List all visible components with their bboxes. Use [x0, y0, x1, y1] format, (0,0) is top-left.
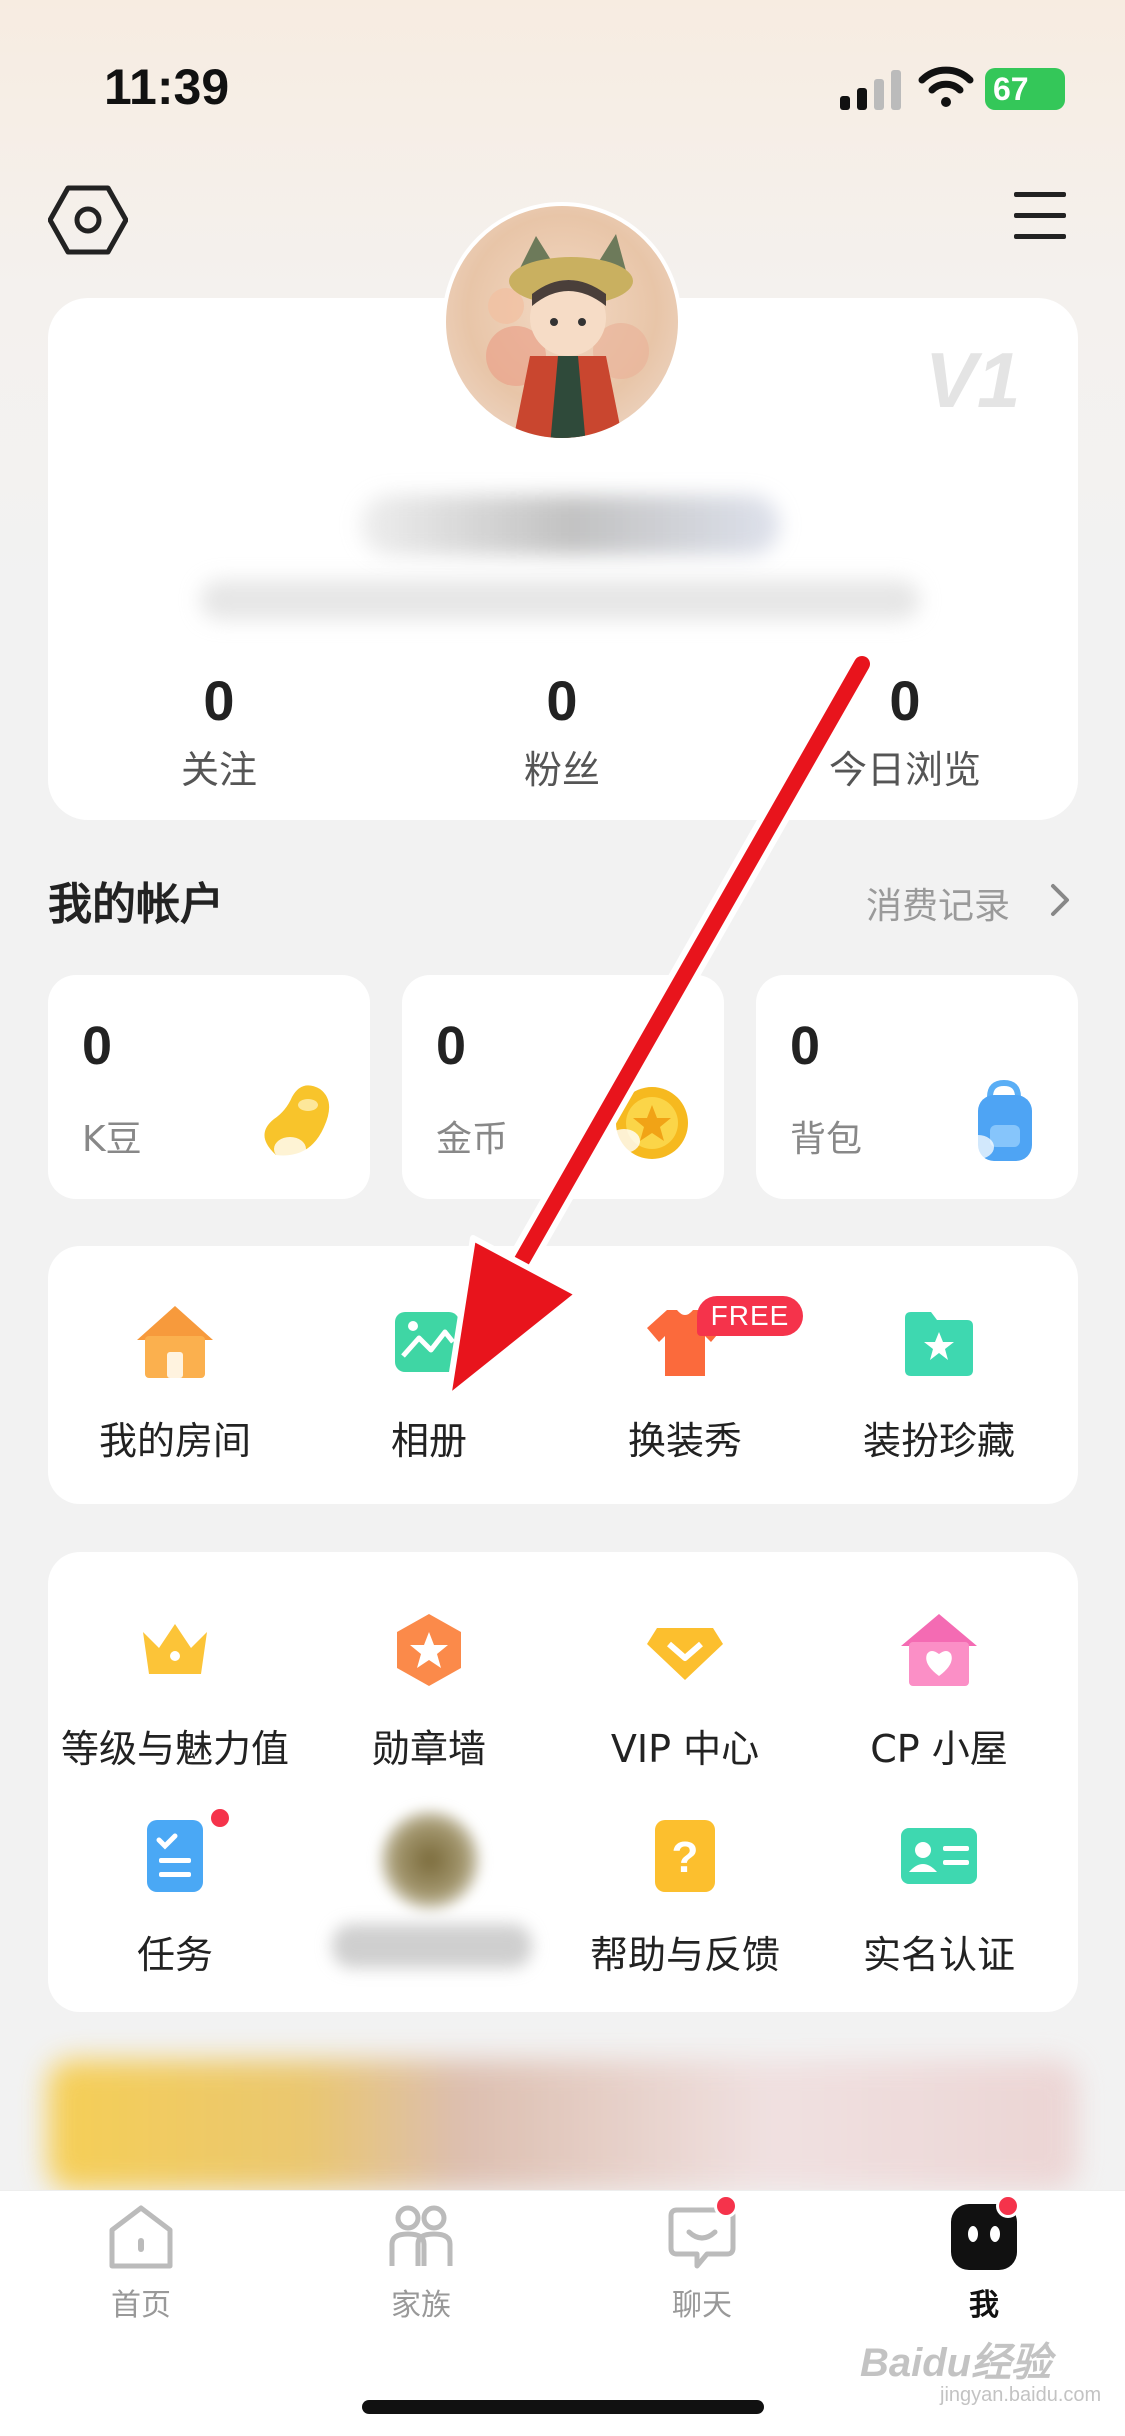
svg-text:?: ? — [672, 1833, 699, 1882]
vip-diamond-icon — [647, 1628, 723, 1680]
blurred-feature-label — [332, 1924, 532, 1968]
promo-banner[interactable] — [48, 2060, 1078, 2190]
cellular-signal-icon — [840, 70, 901, 110]
medal-icon — [397, 1614, 461, 1686]
blurred-user-info — [200, 580, 920, 620]
account-section-title: 我的帐户 — [48, 879, 224, 930]
tab-me-label: 我 — [969, 2288, 999, 2323]
backpack-label: 背包 — [790, 1119, 863, 1160]
following-count: 0 — [203, 669, 235, 732]
home-icon — [109, 2205, 173, 2269]
folder-star-icon — [905, 1312, 973, 1376]
fans-stat[interactable]: 0 粉丝 — [462, 668, 662, 794]
baidu-watermark: Baidu经验 — [860, 2341, 1052, 2385]
fans-label: 粉丝 — [523, 748, 600, 792]
free-badge: FREE — [697, 1296, 803, 1336]
bean-icon — [264, 1085, 330, 1161]
avatar[interactable] — [442, 202, 682, 442]
home-indicator — [362, 2400, 764, 2414]
backpack-card[interactable]: 0 背包 — [756, 975, 1078, 1199]
album-icon — [395, 1312, 459, 1372]
help-feedback-label: 帮助与反馈 — [589, 1933, 780, 1977]
today-views-label: 今日浏览 — [828, 748, 981, 792]
wifi-icon — [918, 66, 974, 107]
blurred-username — [360, 495, 780, 555]
tab-chat[interactable]: 聊天 — [622, 2202, 782, 2324]
outfit-collection-item[interactable]: 装扮珍藏 — [810, 1300, 1068, 1465]
status-time: 11:39 — [104, 59, 230, 115]
my-room-item[interactable]: 我的房间 — [46, 1300, 304, 1465]
level-charm-item[interactable]: 等级与魅力值 — [46, 1608, 304, 1773]
gold-coins-card[interactable]: 0 金币 — [402, 975, 724, 1199]
menu-icon[interactable] — [1010, 188, 1070, 244]
vip-level-badge: V1 — [925, 336, 1021, 424]
k-beans-label: K豆 — [82, 1119, 142, 1160]
real-name-auth-item[interactable]: 实名认证 — [810, 1814, 1068, 1979]
chat-notification-dot — [714, 2194, 738, 2218]
dress-up-show-label: 换装秀 — [627, 1419, 742, 1463]
tab-home[interactable]: 首页 — [61, 2202, 221, 2324]
coin-icon — [608, 1087, 688, 1159]
help-icon: ? — [655, 1820, 715, 1892]
today-views-count: 0 — [889, 669, 921, 732]
settings-icon[interactable] — [48, 180, 128, 260]
backpack-icon — [962, 1079, 1032, 1161]
blurred-feature-icon[interactable] — [380, 1810, 480, 1910]
vip-center-label: VIP 中心 — [610, 1727, 760, 1771]
cp-house-label: CP 小屋 — [870, 1727, 1008, 1771]
vip-center-item[interactable]: VIP 中心 — [556, 1608, 814, 1773]
outfit-collection-label: 装扮珍藏 — [862, 1419, 1015, 1463]
heart-house-icon — [901, 1614, 977, 1686]
task-icon — [147, 1820, 203, 1892]
tab-family-label: 家族 — [391, 2288, 451, 2323]
fans-count: 0 — [546, 669, 578, 732]
level-charm-label: 等级与魅力值 — [60, 1727, 289, 1771]
avatar-illustration — [486, 234, 649, 438]
backpack-value: 0 — [790, 1016, 821, 1076]
me-notification-dot — [996, 2194, 1020, 2218]
following-stat[interactable]: 0 关注 — [119, 668, 319, 794]
consumption-history-link[interactable]: 消费记录 — [866, 877, 1010, 929]
k-beans-card[interactable]: 0 K豆 — [48, 975, 370, 1199]
following-label: 关注 — [180, 748, 257, 792]
help-feedback-item[interactable]: ? 帮助与反馈 — [556, 1814, 814, 1979]
tasks-item[interactable]: 任务 — [46, 1814, 304, 1979]
id-card-icon — [901, 1828, 977, 1884]
real-name-auth-label: 实名认证 — [862, 1933, 1015, 1977]
house-icon — [137, 1306, 213, 1378]
tasks-label: 任务 — [136, 1933, 213, 1977]
medal-wall-label: 勋章墙 — [371, 1727, 486, 1771]
album-item[interactable]: 相册 — [300, 1300, 558, 1465]
battery-indicator: 67 — [985, 68, 1065, 110]
medal-wall-item[interactable]: 勋章墙 — [300, 1608, 558, 1773]
tab-chat-label: 聊天 — [672, 2288, 732, 2323]
today-views-stat[interactable]: 0 今日浏览 — [805, 668, 1005, 794]
my-room-label: 我的房间 — [98, 1419, 251, 1463]
tasks-notification-dot — [208, 1806, 232, 1830]
cp-house-item[interactable]: CP 小屋 — [810, 1608, 1068, 1773]
k-beans-value: 0 — [82, 1016, 113, 1076]
tab-home-label: 首页 — [111, 2288, 171, 2323]
gold-coins-value: 0 — [436, 1016, 467, 1076]
gold-coins-label: 金币 — [436, 1119, 509, 1160]
baidu-watermark-url: jingyan.baidu.com — [940, 2384, 1102, 2406]
crown-icon — [143, 1624, 207, 1674]
family-icon — [389, 2205, 453, 2266]
tab-me[interactable]: 我 — [904, 2202, 1064, 2324]
album-label: 相册 — [390, 1419, 467, 1463]
chevron-right-icon[interactable] — [1048, 882, 1072, 918]
tab-family[interactable]: 家族 — [341, 2202, 501, 2324]
